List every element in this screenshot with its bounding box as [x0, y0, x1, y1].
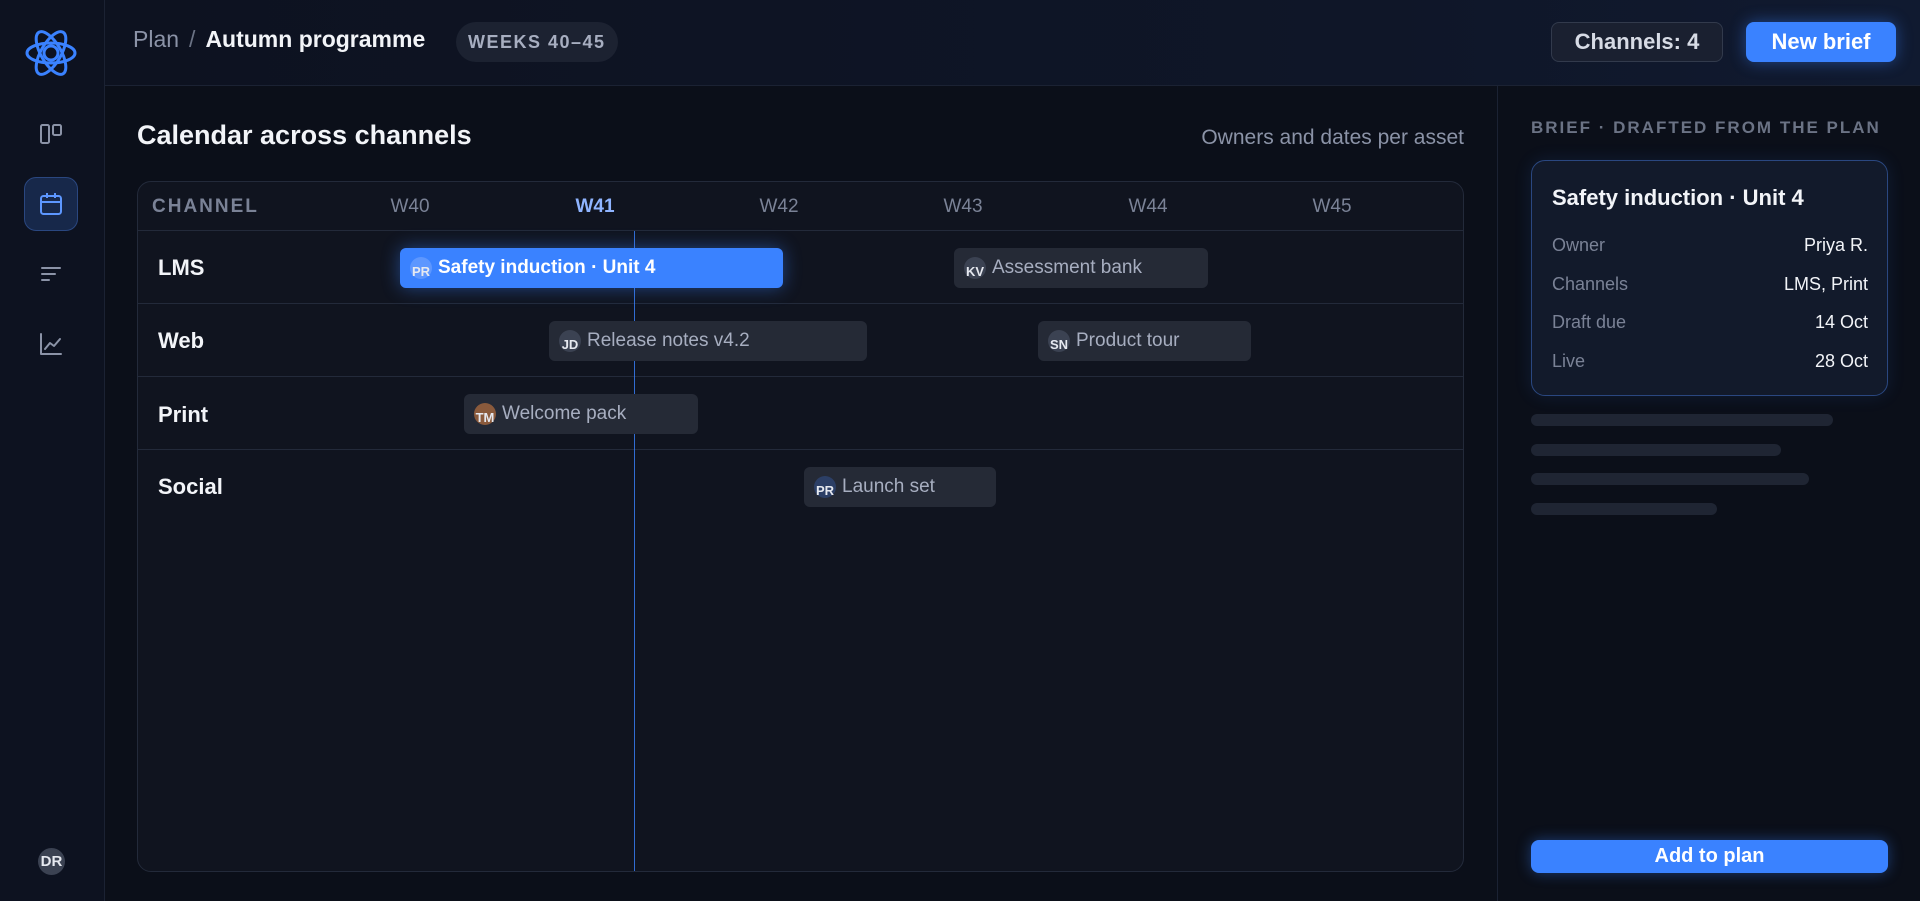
asset-bar[interactable]: PR Launch set [804, 467, 996, 507]
user-avatar[interactable]: DR [38, 848, 65, 875]
field-key: Channels [1552, 274, 1629, 294]
asset-title: Safety induction · Unit 4 [438, 257, 656, 278]
field-key: Owner [1552, 235, 1606, 255]
field-key: Draft due [1552, 312, 1627, 332]
week-header: W44 [1128, 196, 1168, 217]
asset-title: Assessment bank [992, 257, 1142, 278]
skeleton-line [1531, 414, 1833, 426]
skeleton-line [1531, 444, 1781, 456]
brief-card[interactable]: Safety induction · Unit 4 Owner Priya R.… [1531, 160, 1888, 396]
channel-label: Print [158, 402, 209, 427]
breadcrumb-root[interactable]: Plan [133, 26, 179, 53]
channel-row-lms: LMS [138, 231, 1463, 304]
analytics-view-button[interactable] [24, 317, 78, 371]
brief-panel: BRIEF · DRAFTED FROM THE PLAN Safety ind… [1497, 86, 1920, 901]
owner-avatar: SN [1048, 330, 1070, 352]
owner-avatar: PR [410, 257, 432, 279]
add-to-plan-button[interactable]: Add to plan [1531, 840, 1888, 873]
calendar-view-button[interactable] [24, 177, 78, 231]
channel-column-header: CHANNEL [152, 196, 259, 217]
asset-bar[interactable]: SN Product tour [1038, 321, 1251, 361]
channel-calendar: CHANNEL W40 W41 W42 W43 W44 W45 LMS Web … [137, 181, 1464, 872]
owner-avatar: TM [474, 403, 496, 425]
owner-avatar: KV [964, 257, 986, 279]
asset-title: Welcome pack [502, 403, 627, 424]
asset-bar[interactable]: TM Welcome pack [464, 394, 698, 434]
owner-avatar: JD [559, 330, 581, 352]
owner-avatar: PR [814, 476, 836, 498]
chart-icon [40, 333, 62, 355]
panel-kicker: BRIEF · DRAFTED FROM THE PLAN [1531, 118, 1881, 137]
skeleton-line [1531, 473, 1809, 485]
calendar-header: CHANNEL W40 W41 W42 W43 W44 W45 [138, 182, 1463, 231]
brief-field-owner: Owner Priya R. [1552, 235, 1868, 256]
week-header: W43 [943, 196, 983, 217]
skeleton-line [1531, 503, 1717, 515]
field-key: Live [1552, 351, 1586, 371]
week-header: W40 [390, 196, 430, 217]
board-view-button[interactable] [24, 107, 78, 161]
channel-label: Web [158, 328, 205, 353]
field-value: 28 Oct [1814, 351, 1868, 371]
new-brief-button[interactable]: New brief [1746, 22, 1896, 62]
asset-bar[interactable]: JD Release notes v4.2 [549, 321, 867, 361]
breadcrumb-current: Autumn programme [205, 26, 426, 52]
brief-field-draft-due: Draft due 14 Oct [1552, 312, 1868, 333]
top-header: Plan / Autumn programme WEEKS 40–45 Chan… [105, 0, 1920, 86]
field-value: LMS, Print [1783, 274, 1868, 294]
channel-label: Social [158, 474, 223, 499]
breadcrumb: Plan / Autumn programme [133, 26, 425, 53]
brief-field-channels: Channels LMS, Print [1552, 274, 1868, 295]
weeks-range-badge: WEEKS 40–45 [456, 22, 618, 62]
week-header-current: W41 [575, 196, 615, 217]
field-value: 14 Oct [1814, 312, 1868, 332]
breadcrumb-separator: / [189, 26, 196, 52]
channel-row-social: Social [138, 450, 1463, 523]
week-header: W45 [1312, 196, 1352, 217]
brief-field-live: Live 28 Oct [1552, 351, 1868, 372]
brief-title: Safety induction · Unit 4 [1552, 185, 1804, 210]
list-view-button[interactable] [24, 247, 78, 301]
asset-title: Launch set [842, 476, 935, 497]
page-subtitle: Owners and dates per asset [1201, 126, 1464, 149]
asset-bar[interactable]: KV Assessment bank [954, 248, 1208, 288]
list-icon [41, 267, 61, 281]
channels-button[interactable]: Channels: 4 [1551, 22, 1723, 62]
board-icon [40, 124, 62, 144]
calendar-icon [40, 193, 62, 215]
page-title: Calendar across channels [137, 120, 472, 150]
channel-row-print: Print [138, 377, 1463, 450]
logo-icon[interactable] [24, 26, 78, 80]
asset-title: Release notes v4.2 [587, 330, 750, 351]
field-value: Priya R. [1803, 235, 1868, 255]
asset-bar-selected[interactable]: PR Safety induction · Unit 4 [400, 248, 783, 288]
week-header: W42 [759, 196, 799, 217]
channel-label: LMS [158, 255, 205, 280]
asset-title: Product tour [1076, 330, 1180, 351]
sidebar-rail: DR [0, 0, 105, 901]
